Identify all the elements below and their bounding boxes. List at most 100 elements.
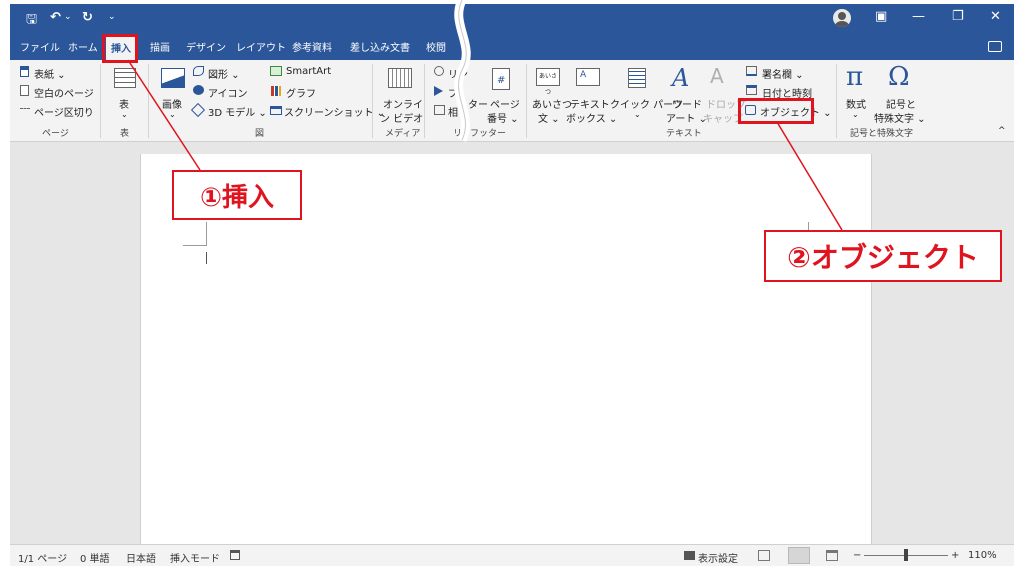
- customize-qat-icon[interactable]: ⌄: [108, 12, 116, 22]
- online-video-label-2[interactable]: ン ビデオ: [380, 110, 423, 125]
- ribbon-display-options-icon[interactable]: ▣: [875, 9, 887, 24]
- bookmark-icon: [434, 86, 443, 96]
- object-button-highlight: [738, 98, 814, 124]
- display-settings-button[interactable]: 表示設定: [698, 550, 738, 565]
- step2-callout: ②オブジェクト: [764, 230, 1002, 282]
- divider: [148, 64, 149, 138]
- insert-tab-highlight: [102, 34, 138, 63]
- tab-layout[interactable]: レイアウト: [236, 39, 286, 54]
- table-dropdown-icon[interactable]: ⌄: [121, 110, 128, 119]
- word-count[interactable]: 0 単語: [80, 550, 110, 565]
- zoom-in-button[interactable]: +: [951, 550, 959, 561]
- page-break-button[interactable]: ページ区切り: [34, 104, 94, 119]
- step1-callout: ①挿入: [172, 170, 302, 220]
- tab-review[interactable]: 校閲: [426, 39, 446, 54]
- web-layout-icon[interactable]: [826, 550, 838, 561]
- title-bar: 🖫 ↶ ⌄ ↻ ⌄ ▣ — ❐ ✕: [10, 4, 1014, 32]
- 3d-models-button[interactable]: 3D モデル ⌄: [208, 104, 267, 119]
- pictures-dropdown-icon[interactable]: ⌄: [169, 110, 176, 119]
- icons-icon: [193, 85, 204, 95]
- chart-icon: [271, 86, 281, 96]
- tab-home[interactable]: ホーム: [68, 39, 98, 54]
- shapes-button[interactable]: 図形 ⌄: [208, 66, 240, 81]
- smartart-button[interactable]: SmartArt: [286, 66, 331, 77]
- divider: [424, 64, 425, 138]
- quick-parts-label-2[interactable]: ⌄: [634, 110, 641, 119]
- textbox-label-1[interactable]: テキスト: [570, 96, 610, 111]
- page-number-label-1[interactable]: ページ: [490, 96, 520, 111]
- group-label-header-footer: フッター: [470, 129, 507, 139]
- table-button[interactable]: 表: [119, 96, 129, 111]
- tab-mailings[interactable]: 差し込み文書: [350, 39, 410, 54]
- chart-button[interactable]: グラフ: [286, 85, 316, 100]
- wordart-label-2[interactable]: アート ⌄: [666, 110, 707, 125]
- zoom-level[interactable]: 110%: [968, 550, 997, 561]
- shapes-icon: [193, 66, 204, 76]
- blank-page-button[interactable]: 空白のページ: [34, 85, 94, 100]
- display-settings-icon: [684, 551, 695, 560]
- screenshot-button[interactable]: スクリーンショット ⌄: [284, 104, 385, 119]
- textbox-label-2[interactable]: ボックス ⌄: [566, 110, 617, 125]
- link-button[interactable]: リン: [448, 66, 468, 81]
- blank-page-icon: [20, 85, 29, 96]
- dropcap-label-2: キャップ: [703, 114, 743, 125]
- pictures-button[interactable]: 画像: [162, 96, 182, 111]
- insert-mode[interactable]: 挿入モード: [170, 550, 220, 565]
- table-icon: [114, 68, 136, 88]
- zoom-slider-thumb[interactable]: [904, 549, 908, 561]
- equation-label-1[interactable]: 数式: [846, 96, 866, 111]
- tab-file[interactable]: ファイル: [20, 39, 60, 54]
- crop-mark: [206, 222, 207, 246]
- bookmark-button[interactable]: ブ: [448, 85, 458, 100]
- header-footer-fragment[interactable]: ター: [468, 96, 488, 111]
- read-mode-icon[interactable]: [758, 550, 770, 561]
- cover-page-button[interactable]: 表紙 ⌄: [34, 66, 66, 81]
- textbox-icon: A: [576, 68, 600, 86]
- 3d-models-icon: [190, 102, 206, 118]
- print-layout-icon[interactable]: [788, 547, 810, 564]
- icons-button[interactable]: アイコン: [208, 85, 248, 100]
- signature-line-button[interactable]: 署名欄 ⌄: [762, 66, 804, 81]
- macro-record-icon[interactable]: [230, 550, 240, 560]
- online-video-label-1[interactable]: オンライ: [383, 96, 423, 111]
- crop-mark: [183, 245, 207, 246]
- wordart-label-1[interactable]: ワード: [672, 96, 702, 111]
- greeting-label-2[interactable]: 文 ⌄: [538, 110, 560, 125]
- minimize-button[interactable]: —: [912, 9, 925, 24]
- tab-references[interactable]: 参考資料: [292, 39, 332, 54]
- collapse-ribbon-icon[interactable]: ^: [998, 126, 1006, 136]
- pictures-icon: [161, 68, 185, 88]
- undo-icon[interactable]: ↶: [50, 10, 61, 25]
- dropcap-icon: A: [710, 64, 724, 88]
- cross-reference-icon: [434, 105, 445, 115]
- tab-draw[interactable]: 描画: [150, 39, 170, 54]
- equation-label-2[interactable]: ⌄: [852, 110, 859, 119]
- word-window: 🖫 ↶ ⌄ ↻ ⌄ ▣ — ❐ ✕ ファイル ホーム 挿入 描画 デザイン レイ…: [10, 4, 1014, 566]
- save-icon[interactable]: 🖫: [26, 10, 37, 32]
- link-icon: [434, 66, 444, 76]
- symbol-label-1[interactable]: 記号と: [886, 96, 916, 111]
- redo-icon[interactable]: ↻: [82, 10, 93, 25]
- group-label-links-prefix: リ: [453, 129, 463, 139]
- zoom-out-button[interactable]: −: [853, 550, 861, 561]
- language[interactable]: 日本語: [126, 550, 156, 565]
- restore-button[interactable]: ❐: [952, 9, 964, 24]
- undo-dropdown-icon[interactable]: ⌄: [64, 12, 72, 22]
- cross-reference-button[interactable]: 相: [448, 104, 458, 119]
- page-count[interactable]: 1/1 ページ: [18, 550, 67, 565]
- signature-line-icon: [746, 66, 757, 76]
- comments-icon[interactable]: [988, 41, 1002, 52]
- online-video-icon: [388, 68, 412, 88]
- symbol-label-2[interactable]: 特殊文字 ⌄: [874, 110, 926, 125]
- date-time-icon: [746, 85, 757, 95]
- divider: [100, 64, 101, 138]
- greeting-label-1[interactable]: あいさつ: [532, 96, 572, 111]
- page-number-label-2[interactable]: 番号 ⌄: [487, 110, 519, 125]
- smartart-icon: [270, 66, 282, 76]
- divider: [372, 64, 373, 138]
- tab-design[interactable]: デザイン: [186, 39, 226, 54]
- close-button[interactable]: ✕: [990, 9, 1001, 24]
- divider: [526, 64, 527, 138]
- account-avatar-icon[interactable]: [833, 9, 851, 27]
- divider: [836, 64, 837, 138]
